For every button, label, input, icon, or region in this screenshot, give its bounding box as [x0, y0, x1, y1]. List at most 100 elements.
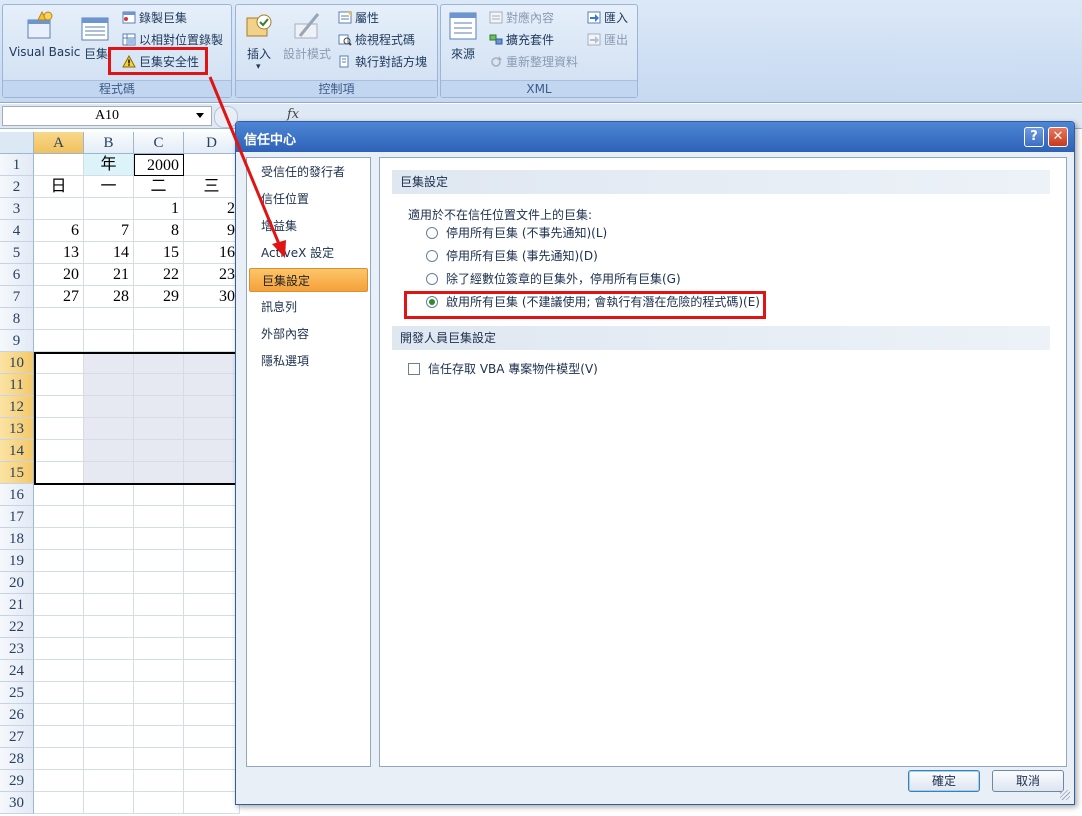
- cell-a7[interactable]: 27: [34, 286, 84, 308]
- help-button[interactable]: ?: [1024, 127, 1044, 147]
- cell-b19[interactable]: [84, 550, 134, 572]
- cell-b29[interactable]: [84, 770, 134, 792]
- cell-b10[interactable]: [84, 352, 134, 374]
- visual-basic-button[interactable]: Visual Basic: [6, 10, 80, 66]
- radio-disable-no-notify[interactable]: [426, 227, 438, 239]
- cell-c8[interactable]: [134, 308, 184, 330]
- row-header-19[interactable]: 19: [0, 550, 34, 572]
- cell-d28[interactable]: [184, 748, 240, 770]
- row-header-11[interactable]: 11: [0, 374, 34, 396]
- expansion-packs-button[interactable]: 擴充套件: [489, 31, 554, 48]
- cell-d24[interactable]: [184, 660, 240, 682]
- macros-button[interactable]: 巨集: [80, 10, 110, 66]
- cell-b3[interactable]: [84, 198, 134, 220]
- row-header-4[interactable]: 4: [0, 220, 34, 242]
- cell-d16[interactable]: [184, 484, 240, 506]
- row-header-8[interactable]: 8: [0, 308, 34, 330]
- row-header-10[interactable]: 10: [0, 352, 34, 374]
- nav-macro-settings[interactable]: 巨集設定: [249, 268, 368, 292]
- radio-disable-with-notify[interactable]: [426, 250, 438, 262]
- cell-d4[interactable]: 9: [184, 220, 240, 242]
- cell-d11[interactable]: [184, 374, 240, 396]
- row-header-9[interactable]: 9: [0, 330, 34, 352]
- column-header-a[interactable]: A: [34, 132, 84, 154]
- radio-disable-except-signed[interactable]: [426, 273, 438, 285]
- insert-function-icon[interactable]: fx: [287, 107, 299, 122]
- cell-c6[interactable]: 22: [134, 264, 184, 286]
- column-header-d[interactable]: D: [184, 132, 240, 154]
- refresh-data-button[interactable]: 重新整理資料: [489, 53, 578, 70]
- cell-c4[interactable]: 8: [134, 220, 184, 242]
- cell-b8[interactable]: [84, 308, 134, 330]
- cell-c1[interactable]: 2000: [134, 154, 184, 176]
- cell-a19[interactable]: [34, 550, 84, 572]
- row-header-16[interactable]: 16: [0, 484, 34, 506]
- cell-b28[interactable]: [84, 748, 134, 770]
- row-header-5[interactable]: 5: [0, 242, 34, 264]
- cell-a10[interactable]: [34, 352, 84, 374]
- cell-c7[interactable]: 29: [134, 286, 184, 308]
- cell-b26[interactable]: [84, 704, 134, 726]
- row-header-26[interactable]: 26: [0, 704, 34, 726]
- cell-a8[interactable]: [34, 308, 84, 330]
- cell-c14[interactable]: [134, 440, 184, 462]
- cell-b17[interactable]: [84, 506, 134, 528]
- cell-a1[interactable]: [34, 154, 84, 176]
- cell-a30[interactable]: [34, 792, 84, 814]
- nav-external-content[interactable]: 外部內容: [249, 322, 368, 346]
- cell-a21[interactable]: [34, 594, 84, 616]
- row-header-21[interactable]: 21: [0, 594, 34, 616]
- cell-d12[interactable]: [184, 396, 240, 418]
- row-header-6[interactable]: 6: [0, 264, 34, 286]
- cell-a29[interactable]: [34, 770, 84, 792]
- nav-trusted-publishers[interactable]: 受信任的發行者: [249, 160, 368, 184]
- cell-d3[interactable]: 2: [184, 198, 240, 220]
- xml-source-button[interactable]: 來源: [448, 10, 480, 66]
- row-header-30[interactable]: 30: [0, 792, 34, 814]
- row-header-28[interactable]: 28: [0, 748, 34, 770]
- cell-a9[interactable]: [34, 330, 84, 352]
- cell-d7[interactable]: 30: [184, 286, 240, 308]
- import-button[interactable]: 匯入: [587, 9, 628, 26]
- relative-reference-button[interactable]: 以相對位置錄製: [122, 31, 223, 48]
- cell-c15[interactable]: [134, 462, 184, 484]
- cell-a4[interactable]: 6: [34, 220, 84, 242]
- cell-d2[interactable]: 三: [184, 176, 240, 198]
- cell-a6[interactable]: 20: [34, 264, 84, 286]
- ok-button[interactable]: 確定: [908, 770, 980, 792]
- insert-control-button[interactable]: 插入 ▾: [244, 10, 276, 74]
- record-macro-button[interactable]: 錄製巨集: [122, 9, 187, 26]
- cell-c22[interactable]: [134, 616, 184, 638]
- column-header-c[interactable]: C: [134, 132, 184, 154]
- cell-c5[interactable]: 15: [134, 242, 184, 264]
- cell-d21[interactable]: [184, 594, 240, 616]
- cell-d6[interactable]: 23: [184, 264, 240, 286]
- cell-d22[interactable]: [184, 616, 240, 638]
- design-mode-button[interactable]: 設計模式: [282, 10, 334, 66]
- name-box[interactable]: A10: [2, 106, 212, 126]
- cell-c17[interactable]: [134, 506, 184, 528]
- cell-a27[interactable]: [34, 726, 84, 748]
- cell-b9[interactable]: [84, 330, 134, 352]
- cell-a14[interactable]: [34, 440, 84, 462]
- cell-c12[interactable]: [134, 396, 184, 418]
- cell-d25[interactable]: [184, 682, 240, 704]
- row-header-2[interactable]: 2: [0, 176, 34, 198]
- cell-a18[interactable]: [34, 528, 84, 550]
- cell-c18[interactable]: [134, 528, 184, 550]
- cell-c24[interactable]: [134, 660, 184, 682]
- row-header-15[interactable]: 15: [0, 462, 34, 484]
- view-code-button[interactable]: 檢視程式碼: [338, 31, 415, 48]
- cell-a12[interactable]: [34, 396, 84, 418]
- cell-a24[interactable]: [34, 660, 84, 682]
- cell-c11[interactable]: [134, 374, 184, 396]
- nav-trusted-locations[interactable]: 信任位置: [249, 187, 368, 211]
- cell-a17[interactable]: [34, 506, 84, 528]
- cell-d14[interactable]: [184, 440, 240, 462]
- cell-b20[interactable]: [84, 572, 134, 594]
- cell-b30[interactable]: [84, 792, 134, 814]
- cell-b4[interactable]: 7: [84, 220, 134, 242]
- cell-d20[interactable]: [184, 572, 240, 594]
- cell-c19[interactable]: [134, 550, 184, 572]
- cancel-button[interactable]: 取消: [992, 770, 1064, 792]
